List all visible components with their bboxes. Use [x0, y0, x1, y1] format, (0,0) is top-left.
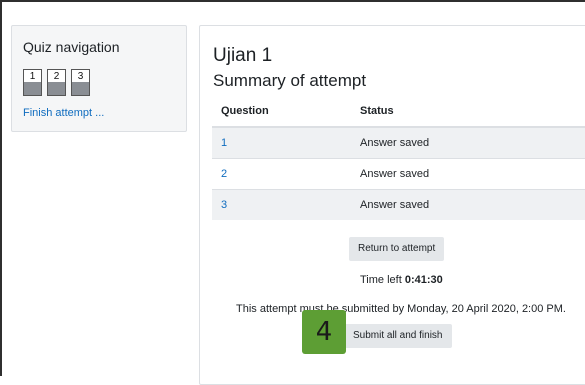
question-buttons: 1 2 3	[23, 69, 175, 96]
deadline-text: This attempt must be submitted by Monday…	[236, 303, 566, 315]
time-left-value: 0:41:30	[404, 274, 443, 286]
step-number-badge: 4	[302, 310, 346, 354]
page-title: Ujian 1	[213, 45, 273, 66]
status-cell: Answer saved	[360, 157, 585, 189]
question-link-2[interactable]: 2	[221, 168, 227, 180]
submit-all-and-finish-button[interactable]: Submit all and finish	[344, 324, 452, 348]
question-cell: 1	[212, 126, 360, 158]
question-number: 3	[77, 71, 84, 82]
column-header-status: Status	[360, 96, 585, 128]
table-row: 1 Answer saved	[212, 126, 585, 158]
quiz-navigation-title: Quiz navigation	[23, 39, 120, 55]
question-button-1[interactable]: 1	[23, 69, 42, 96]
question-number: 2	[53, 71, 60, 82]
question-cell: 3	[212, 188, 360, 220]
time-left: Time left 0:41:30	[360, 274, 443, 286]
summary-table: Question Status 1 Answer saved 2 Answer …	[212, 96, 585, 220]
question-link-3[interactable]: 3	[221, 199, 227, 211]
answered-indicator	[72, 82, 89, 95]
column-header-question: Question	[212, 96, 360, 128]
time-left-label: Time left	[360, 274, 405, 286]
main-content: Ujian 1 Summary of attempt Question Stat…	[199, 25, 585, 385]
page-subtitle: Summary of attempt	[213, 71, 367, 90]
question-number: 1	[29, 71, 36, 82]
table-row: 2 Answer saved	[212, 157, 585, 189]
status-cell: Answer saved	[360, 126, 585, 158]
return-to-attempt-button[interactable]: Return to attempt	[349, 237, 445, 261]
quiz-navigation-block: Quiz navigation 1 2 3 Finish attempt ...	[11, 25, 187, 132]
answered-indicator	[24, 82, 41, 95]
question-link-1[interactable]: 1	[221, 137, 227, 149]
question-button-3[interactable]: 3	[71, 69, 90, 96]
status-cell: Answer saved	[360, 188, 585, 220]
window-frame: Quiz navigation 1 2 3 Finish attempt ...…	[0, 0, 585, 385]
finish-attempt-link[interactable]: Finish attempt ...	[23, 107, 175, 119]
question-button-2[interactable]: 2	[47, 69, 66, 96]
question-cell: 2	[212, 157, 360, 189]
table-header-row: Question Status	[212, 96, 585, 128]
table-row: 3 Answer saved	[212, 188, 585, 220]
answered-indicator	[48, 82, 65, 95]
